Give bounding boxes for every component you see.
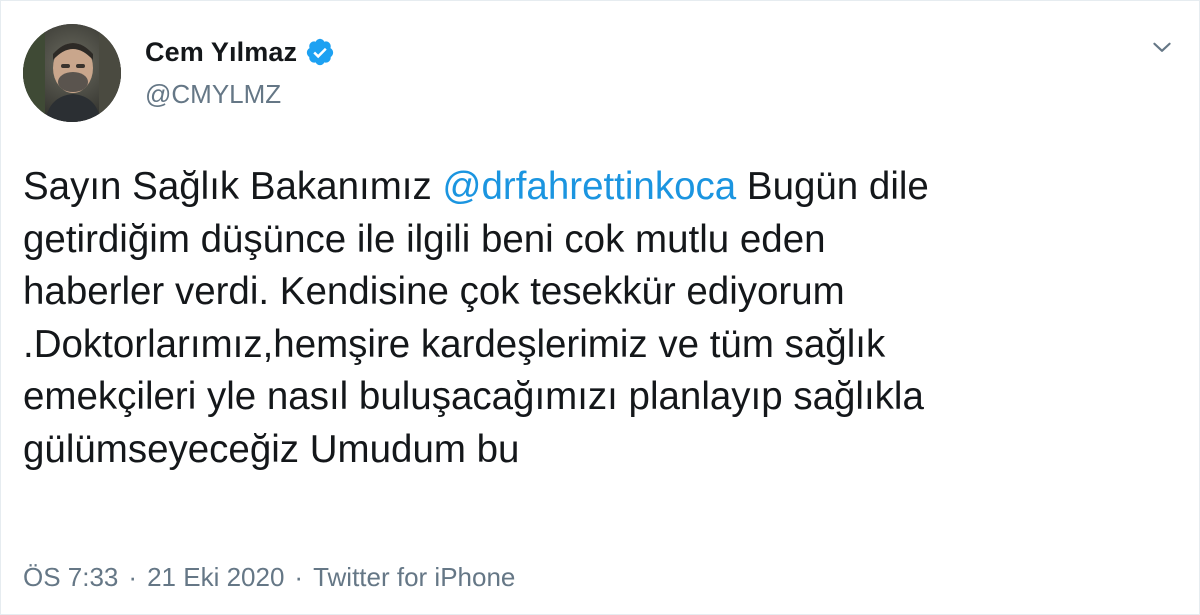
tweet-menu-button[interactable] — [1147, 35, 1177, 59]
user-avatar-photo-icon — [23, 24, 121, 122]
tweet-text-part: Bugün dile getirdiğim düşünce ile ilgili… — [23, 165, 929, 471]
tweet-time[interactable]: ÖS 7:33 — [23, 562, 118, 593]
tweet-card: Cem Yılmaz @CMYLMZ Sayın Sağlık Bakanımı… — [0, 0, 1200, 615]
tweet-date[interactable]: 21 Eki 2020 — [147, 562, 284, 593]
verified-badge-icon — [305, 37, 335, 67]
meta-separator: · — [294, 562, 304, 592]
author-display-name[interactable]: Cem Yılmaz — [145, 37, 297, 68]
author-handle[interactable]: @CMYLMZ — [145, 79, 335, 110]
author-avatar[interactable] — [23, 24, 121, 122]
display-name-row: Cem Yılmaz — [145, 35, 335, 69]
meta-separator: · — [128, 562, 138, 592]
tweet-body: Sayın Sağlık Bakanımız @drfahrettinkoca … — [23, 161, 1173, 476]
mention-link[interactable]: @drfahrettinkoca — [442, 165, 736, 208]
tweet-source[interactable]: Twitter for iPhone — [313, 562, 515, 593]
author-names: Cem Yılmaz @CMYLMZ — [145, 35, 335, 110]
tweet-meta: ÖS 7:33 · 21 Eki 2020 · Twitter for iPho… — [23, 562, 515, 593]
chevron-down-icon — [1153, 42, 1171, 52]
tweet-text-part: Sayın Sağlık Bakanımız — [23, 165, 443, 208]
